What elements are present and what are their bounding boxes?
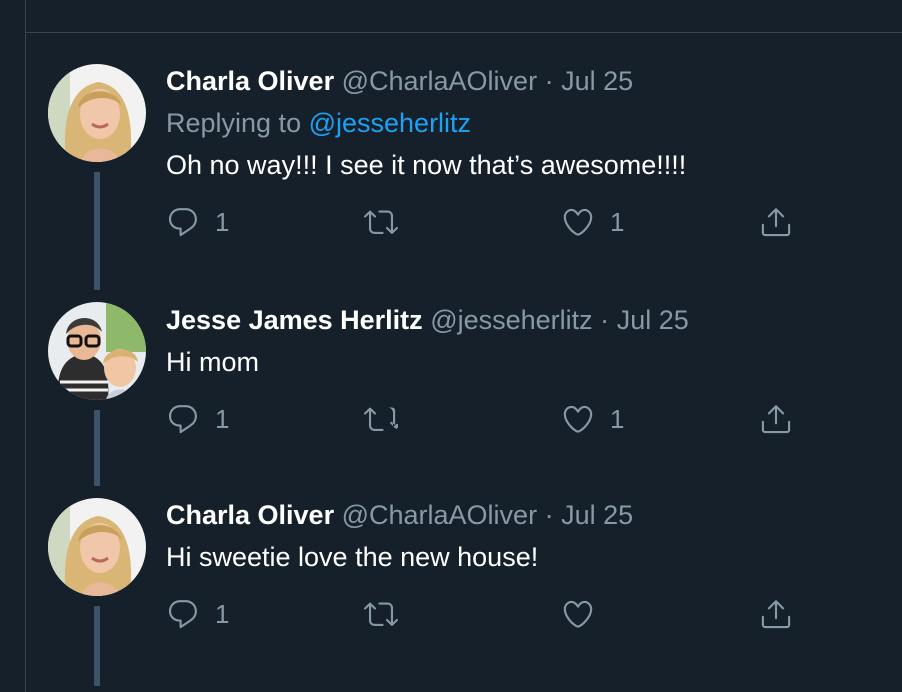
display-name[interactable]: Jesse James Herlitz bbox=[166, 305, 423, 335]
avatar[interactable] bbox=[48, 302, 146, 400]
conversation-timeline: Charla Oliver @CharlaAOliver · Jul 25 Re… bbox=[25, 0, 902, 692]
like-button[interactable]: 1 bbox=[561, 202, 624, 242]
share-icon bbox=[761, 208, 791, 237]
retweet-button[interactable] bbox=[364, 594, 413, 634]
share-button[interactable] bbox=[759, 202, 793, 242]
thread-line bbox=[94, 410, 100, 486]
mention-link[interactable]: @jesseherlitz bbox=[309, 108, 471, 138]
reply-count: 1 bbox=[215, 598, 230, 629]
tweet-text: Hi mom bbox=[166, 347, 259, 377]
tweet-header: Charla Oliver @CharlaAOliver · Jul 25 bbox=[166, 499, 633, 531]
reply-button[interactable]: 1 bbox=[166, 399, 229, 439]
reply-icon bbox=[168, 208, 197, 237]
reply-icon bbox=[168, 405, 197, 434]
tweet-date[interactable]: Jul 25 bbox=[561, 500, 633, 530]
heart-icon bbox=[563, 405, 593, 433]
thread-line bbox=[94, 606, 100, 686]
avatar[interactable] bbox=[48, 64, 146, 162]
reply-button[interactable]: 1 bbox=[166, 594, 229, 634]
share-button[interactable] bbox=[759, 399, 793, 439]
reply-icon bbox=[168, 600, 197, 629]
tweet-actions: 1 1 bbox=[166, 399, 806, 439]
heart-icon bbox=[563, 600, 593, 628]
replying-prefix: Replying to bbox=[166, 108, 309, 138]
display-name[interactable]: Charla Oliver bbox=[166, 66, 334, 96]
share-button[interactable] bbox=[759, 594, 793, 634]
like-count: 1 bbox=[610, 206, 625, 237]
heart-icon bbox=[563, 208, 593, 236]
like-button[interactable]: 1 bbox=[561, 399, 624, 439]
separator-dot: · bbox=[544, 500, 554, 530]
user-handle[interactable]: @jesseherlitz bbox=[430, 305, 592, 335]
reply-count: 1 bbox=[215, 403, 230, 434]
thread-line bbox=[94, 172, 100, 290]
retweet-icon bbox=[364, 407, 398, 431]
tweet-text: Oh no way!!! I see it now that’s awesome… bbox=[166, 150, 687, 180]
divider bbox=[26, 32, 902, 33]
tweet-actions: 1 bbox=[166, 594, 806, 634]
like-count: 1 bbox=[610, 403, 625, 434]
share-icon bbox=[761, 600, 791, 629]
like-button[interactable] bbox=[561, 594, 610, 634]
tweet-date[interactable]: Jul 25 bbox=[617, 305, 689, 335]
retweet-icon bbox=[364, 602, 398, 626]
tweet-date[interactable]: Jul 25 bbox=[561, 66, 633, 96]
tweet-text: Hi sweetie love the new house! bbox=[166, 542, 539, 572]
retweet-button[interactable] bbox=[364, 202, 413, 242]
tweet-header: Charla Oliver @CharlaAOliver · Jul 25 bbox=[166, 65, 633, 97]
avatar[interactable] bbox=[48, 498, 146, 596]
user-handle[interactable]: @CharlaAOliver bbox=[342, 66, 537, 96]
share-icon bbox=[761, 405, 791, 434]
tweet-actions: 1 1 bbox=[166, 202, 806, 242]
replying-to: Replying to @jesseherlitz bbox=[166, 107, 471, 139]
separator-dot: · bbox=[600, 305, 610, 335]
reply-button[interactable]: 1 bbox=[166, 202, 229, 242]
display-name[interactable]: Charla Oliver bbox=[166, 500, 334, 530]
separator-dot: · bbox=[544, 66, 554, 96]
tweet-header: Jesse James Herlitz @jesseherlitz · Jul … bbox=[166, 304, 689, 336]
retweet-icon bbox=[364, 210, 398, 234]
user-handle[interactable]: @CharlaAOliver bbox=[342, 500, 537, 530]
retweet-button[interactable] bbox=[364, 399, 413, 439]
reply-count: 1 bbox=[215, 206, 230, 237]
